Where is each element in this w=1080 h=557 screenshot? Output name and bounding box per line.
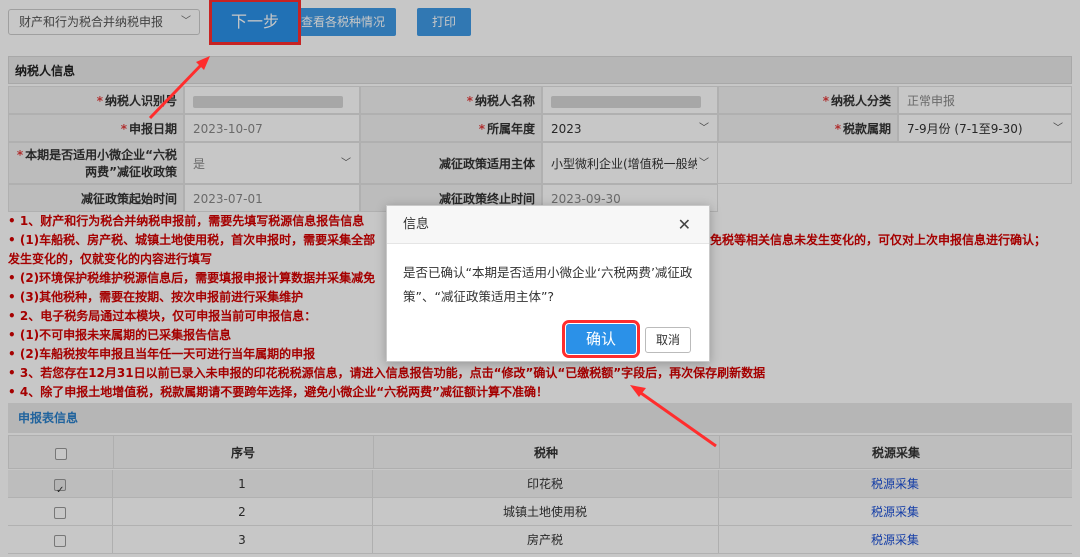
dialog-title: 信息 bbox=[403, 217, 430, 232]
dialog-header: 信息 ✕ bbox=[387, 206, 709, 244]
confirm-button[interactable]: 确认 bbox=[562, 320, 640, 358]
dialog-message: 是否已确认“本期是否适用小微企业‘六税两费’减征政策”、“减征政策适用主体”? bbox=[403, 265, 693, 304]
close-icon[interactable]: ✕ bbox=[678, 206, 691, 244]
confirm-dialog: 信息 ✕ 是否已确认“本期是否适用小微企业‘六税两费’减征政策”、“减征政策适用… bbox=[386, 205, 710, 362]
cancel-button[interactable]: 取消 bbox=[645, 327, 691, 353]
